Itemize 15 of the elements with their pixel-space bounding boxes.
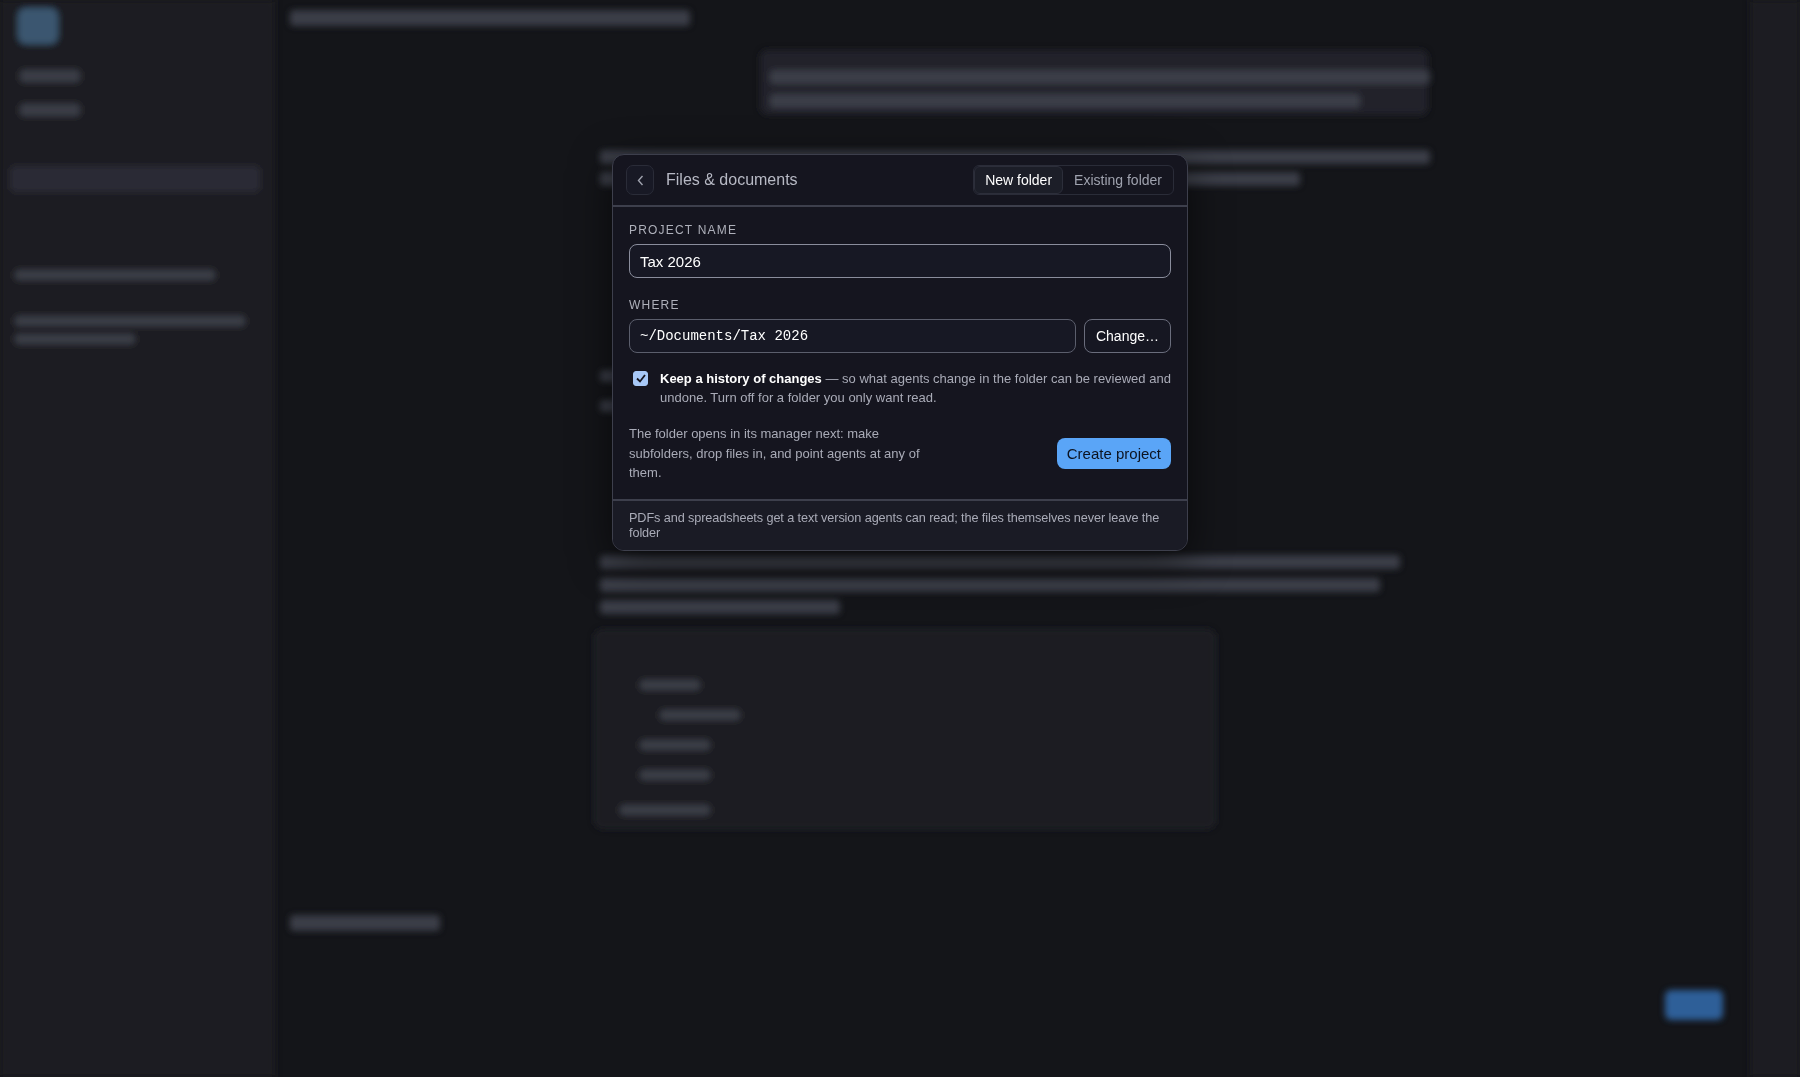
history-checkbox[interactable]: [633, 371, 648, 386]
dialog-title: Files & documents: [666, 171, 799, 189]
create-project-button[interactable]: Create project: [1056, 437, 1171, 469]
folder-path-field[interactable]: ~/Documents/Tax 2026: [629, 319, 1076, 353]
project-name-field[interactable]: Tax 2026: [629, 244, 1171, 278]
tab[interactable]: Existing folder: [1063, 166, 1173, 194]
back-button[interactable]: [626, 165, 654, 195]
chevron-left-icon: [636, 174, 644, 186]
change-button[interactable]: Change…: [1083, 319, 1171, 353]
field-label: WHERE: [629, 298, 681, 312]
info-text: The folder opens in its manager next: make subfolders, drop files in, and point agents at any of them.: [629, 425, 921, 482]
tab[interactable]: New folder: [974, 166, 1064, 194]
history-description: Keep a history of changes — so what agents change in the folder can be reviewed and undone. Turn off for a folder you only want read.: [660, 370, 1171, 407]
footer-note: PDFs and spreadsheets get a text version agents can read; the files themselves never leave the folder: [613, 498, 1187, 550]
field-label: PROJECT NAME: [629, 223, 739, 237]
